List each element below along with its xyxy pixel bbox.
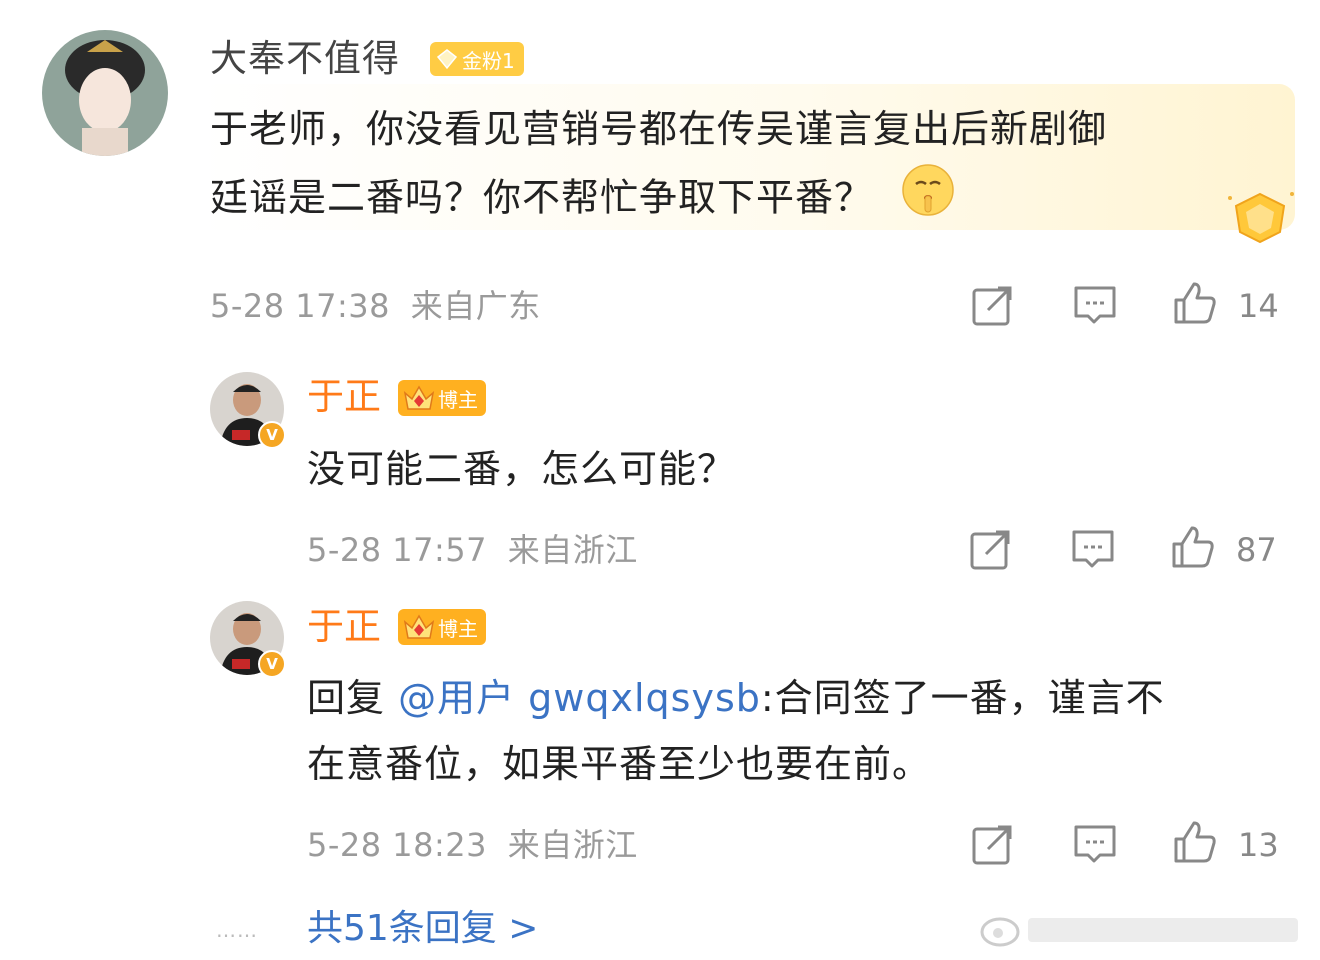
user-mention-link[interactable]: @用户 gwqxlqsysb [398, 676, 761, 720]
comment-location: 来自广东 [410, 287, 541, 325]
more-replies-link[interactable]: 共51条回复 > [307, 906, 538, 952]
blogger-badge[interactable]: 博主 [398, 609, 486, 645]
reply-location: 来自浙江 [507, 826, 638, 864]
blogger-badge[interactable]: 博主 [398, 380, 486, 416]
reply-timestamp: 5-28 17:57 [307, 531, 488, 569]
share-icon[interactable] [970, 821, 1016, 867]
reply-username[interactable]: 于正 [307, 374, 381, 420]
fan-badge-label: 金粉1 [462, 48, 515, 73]
like-icon[interactable] [1172, 280, 1218, 326]
comment-icon[interactable] [1072, 282, 1118, 328]
reply-meta: 5-28 18:23 来自浙江 [307, 825, 638, 865]
shush-face-icon [900, 162, 956, 238]
comment-text-line2-content: 廷谣是二番吗？你不帮忙争取下平番？ [210, 175, 874, 220]
verified-v-icon: V [258, 650, 286, 678]
reply-prefix: 回复 [307, 676, 399, 720]
weibo-watermark-icon [978, 906, 1308, 952]
reply-text-line2: 在意番位，如果平番至少也要在前。 [307, 742, 932, 786]
like-icon[interactable] [1172, 819, 1218, 865]
comment-text-line1: 于老师，你没看见营销号都在传吴谨言复出后新剧御 [210, 107, 1108, 151]
verified-v-icon: V [258, 421, 286, 449]
commenter-avatar[interactable] [42, 30, 168, 156]
fan-badge[interactable]: 金粉1 [430, 42, 524, 76]
comment-text-line2: 廷谣是二番吗？你不帮忙争取下平番？ [210, 162, 956, 238]
crown-icon [403, 614, 435, 639]
blogger-badge-label: 博主 [438, 616, 478, 641]
reply-location: 来自浙江 [507, 531, 638, 569]
like-count: 14 [1238, 287, 1279, 325]
reply-text-line1: 回复 @用户 gwqxlqsysb:合同签了一番，谨言不 [307, 665, 1165, 731]
reply-meta: 5-28 17:57 来自浙江 [307, 530, 638, 570]
share-icon[interactable] [968, 526, 1014, 572]
comment-timestamp: 5-28 17:38 [210, 287, 391, 325]
reply-timestamp: 5-28 18:23 [307, 826, 488, 864]
blogger-badge-label: 博主 [438, 387, 478, 412]
reply-text-content: :合同签了一番，谨言不 [760, 676, 1165, 720]
like-count: 87 [1236, 531, 1277, 569]
comment-icon[interactable] [1070, 526, 1116, 572]
gold-medal-icon [1222, 188, 1298, 248]
like-count: 13 [1238, 826, 1279, 864]
commenter-username[interactable]: 大奉不值得 [210, 36, 400, 82]
reply-username[interactable]: 于正 [307, 604, 381, 650]
comment-icon[interactable] [1072, 821, 1118, 867]
comment-meta: 5-28 17:38 来自广东 [210, 286, 541, 326]
like-icon[interactable] [1170, 524, 1216, 570]
crown-icon [403, 385, 435, 410]
share-icon[interactable] [970, 282, 1016, 328]
divider-dots: …… [216, 918, 258, 942]
diamond-icon [436, 49, 458, 70]
reply-text: 没可能二番，怎么可能？ [307, 447, 737, 491]
